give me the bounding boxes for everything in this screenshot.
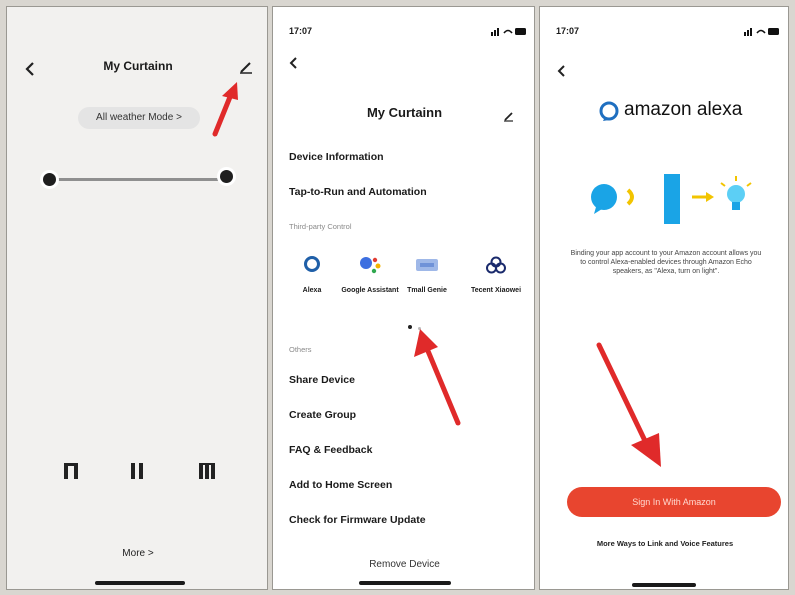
google-assistant-option[interactable]: Google Assistant [340,253,400,303]
menu-item-add-to-home[interactable]: Add to Home Screen [289,479,392,491]
back-arrow-icon[interactable] [557,65,565,77]
page-dot-active [408,325,412,329]
pause-button[interactable] [131,463,143,484]
alexa-option[interactable]: Alexa [282,253,342,303]
menu-item-share-device[interactable]: Share Device [289,374,355,386]
alexa-illustration [591,174,752,224]
annotation-arrow [414,329,461,426]
tmall-genie-label: Tmall Genie [407,287,447,294]
pause-icon [131,463,143,479]
status-time: 17:07 [556,26,580,36]
slider-right-handle[interactable] [220,170,233,183]
tmall-genie-icon [416,259,438,271]
weather-mode-button[interactable]: All weather Mode > [78,107,200,129]
page-title: My Curtainn [103,59,173,73]
alexa-logo-text: amazon alexa [624,99,743,120]
tencent-xiaowei-icon [486,256,506,274]
menu-item-create-group[interactable]: Create Group [289,409,356,421]
alexa-label: Alexa [302,287,322,294]
annotation-arrow [596,342,661,467]
curtain-open-button[interactable] [63,462,79,485]
sign-in-with-amazon-button[interactable]: Sign In With Amazon [567,487,781,517]
back-arrow-icon[interactable] [289,57,297,69]
alexa-link-screen: 17:07 amazon alexa Binding your app acco… [539,6,789,590]
device-title: My Curtainn [366,105,443,120]
alexa-ring-icon [304,256,320,272]
annotation-arrow [212,82,238,137]
edit-pencil-icon[interactable] [503,111,514,122]
curtain-control-screen: My Curtainn All weather Mode > More > [6,6,268,590]
status-time: 17:07 [289,26,313,36]
device-settings-screen: 17:07 My Curtainn Device Information Tap… [272,6,535,590]
section-third-party: Third-party Control [289,222,352,231]
curtain-open-icon [64,463,78,479]
menu-item-faq-feedback[interactable]: FAQ & Feedback [289,444,372,456]
more-ways-link[interactable]: More Ways to Link and Voice Features [540,539,788,548]
more-link[interactable]: More > [7,548,267,559]
slider-left-handle[interactable] [43,173,56,186]
home-indicator [95,581,185,585]
edit-pencil-icon[interactable] [239,60,253,74]
tencent-xiaowei-label: Tecent Xiaowei [470,287,522,294]
binding-description: Binding your app account to your Amazon … [570,250,762,275]
status-icons [744,28,779,36]
tencent-xiaowei-option[interactable]: Tecent Xiaowei [466,253,526,303]
curtain-position-slider[interactable] [41,178,227,181]
menu-item-device-information[interactable]: Device Information [289,151,384,163]
google-assistant-label: Google Assistant [341,287,399,294]
section-others: Others [289,345,312,354]
home-indicator [632,583,696,587]
tmall-genie-option[interactable]: Tmall Genie [397,253,457,303]
remove-device-button[interactable]: Remove Device [273,559,534,570]
curtain-close-icon [199,463,215,479]
google-assistant-icon [360,257,381,274]
alexa-logo-icon [599,101,619,121]
status-icons [491,28,526,36]
home-indicator [359,581,451,585]
menu-item-tap-to-run[interactable]: Tap-to-Run and Automation [289,186,427,198]
curtain-close-button[interactable] [199,463,215,484]
menu-item-firmware-update[interactable]: Check for Firmware Update [289,514,426,526]
